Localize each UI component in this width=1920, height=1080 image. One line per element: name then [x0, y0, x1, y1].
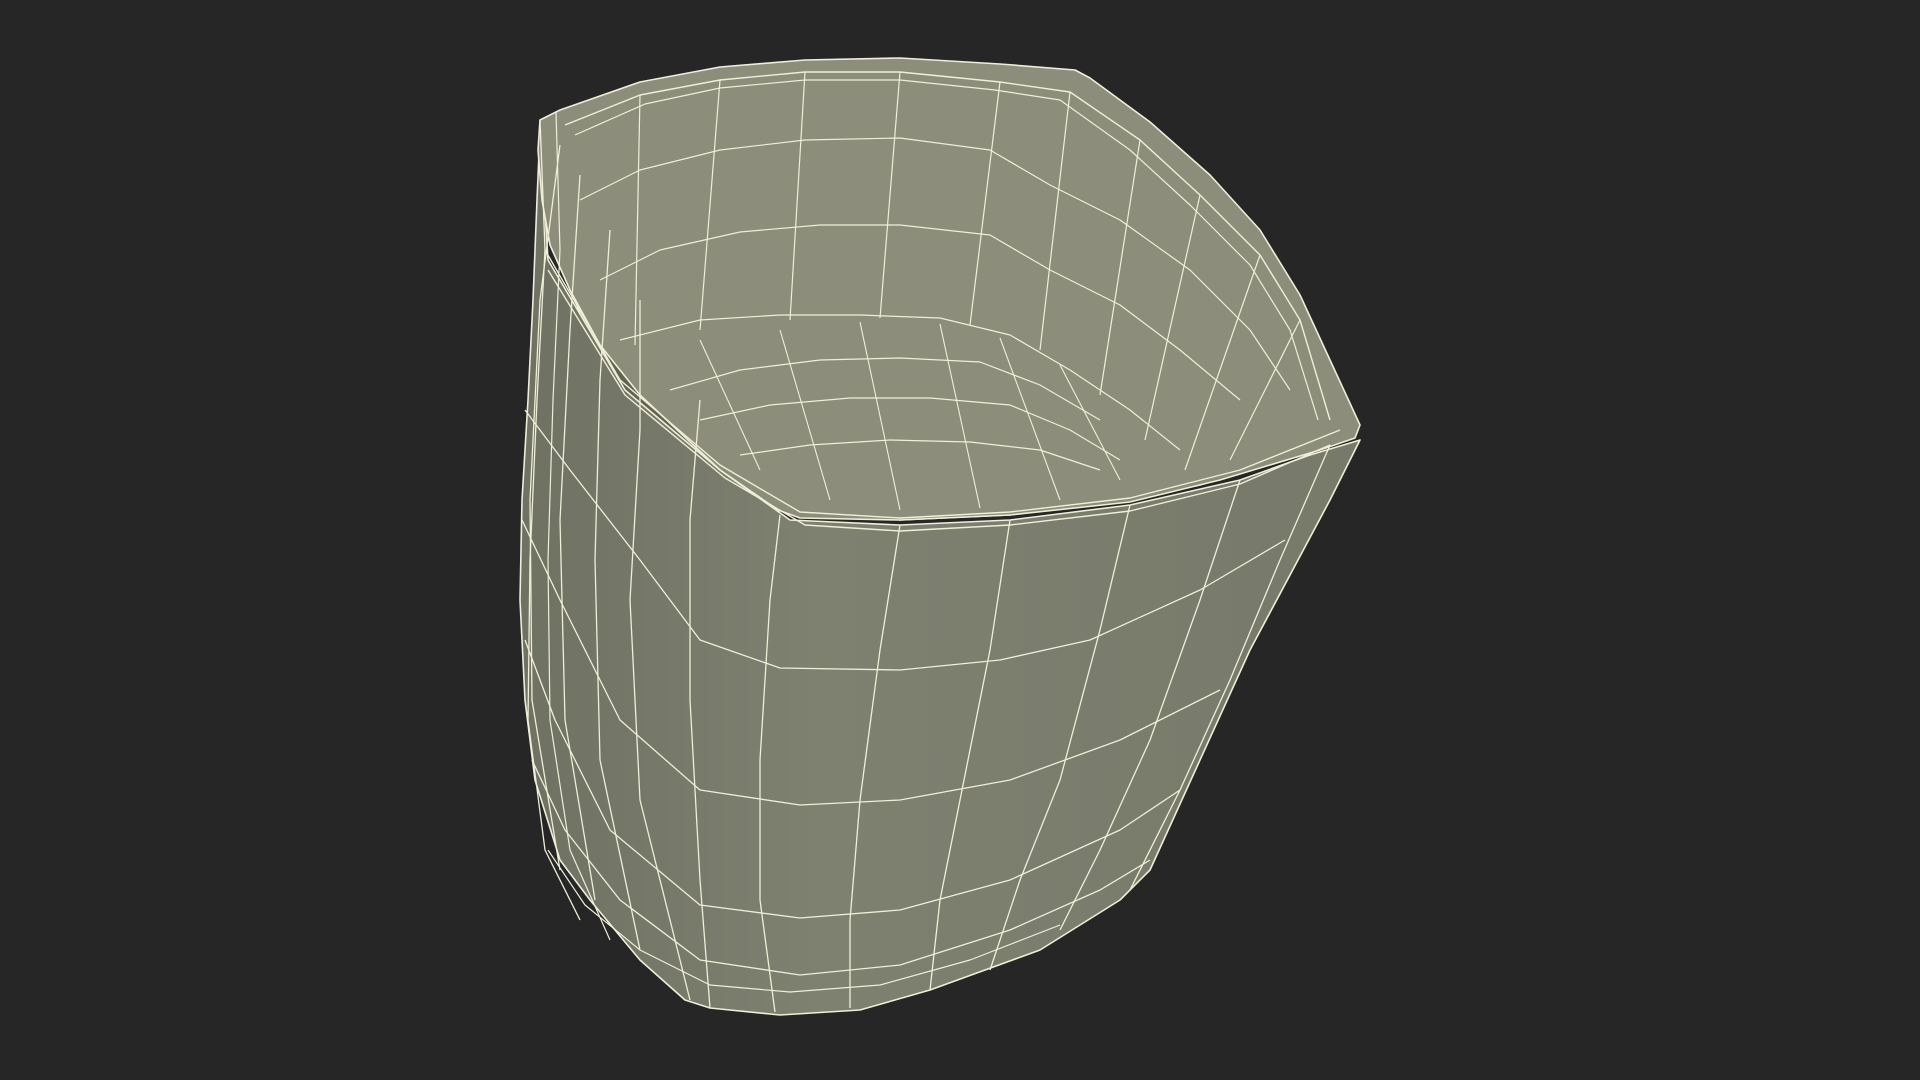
chair-wireframe-render [0, 0, 1920, 1080]
render-viewport [0, 0, 1920, 1080]
